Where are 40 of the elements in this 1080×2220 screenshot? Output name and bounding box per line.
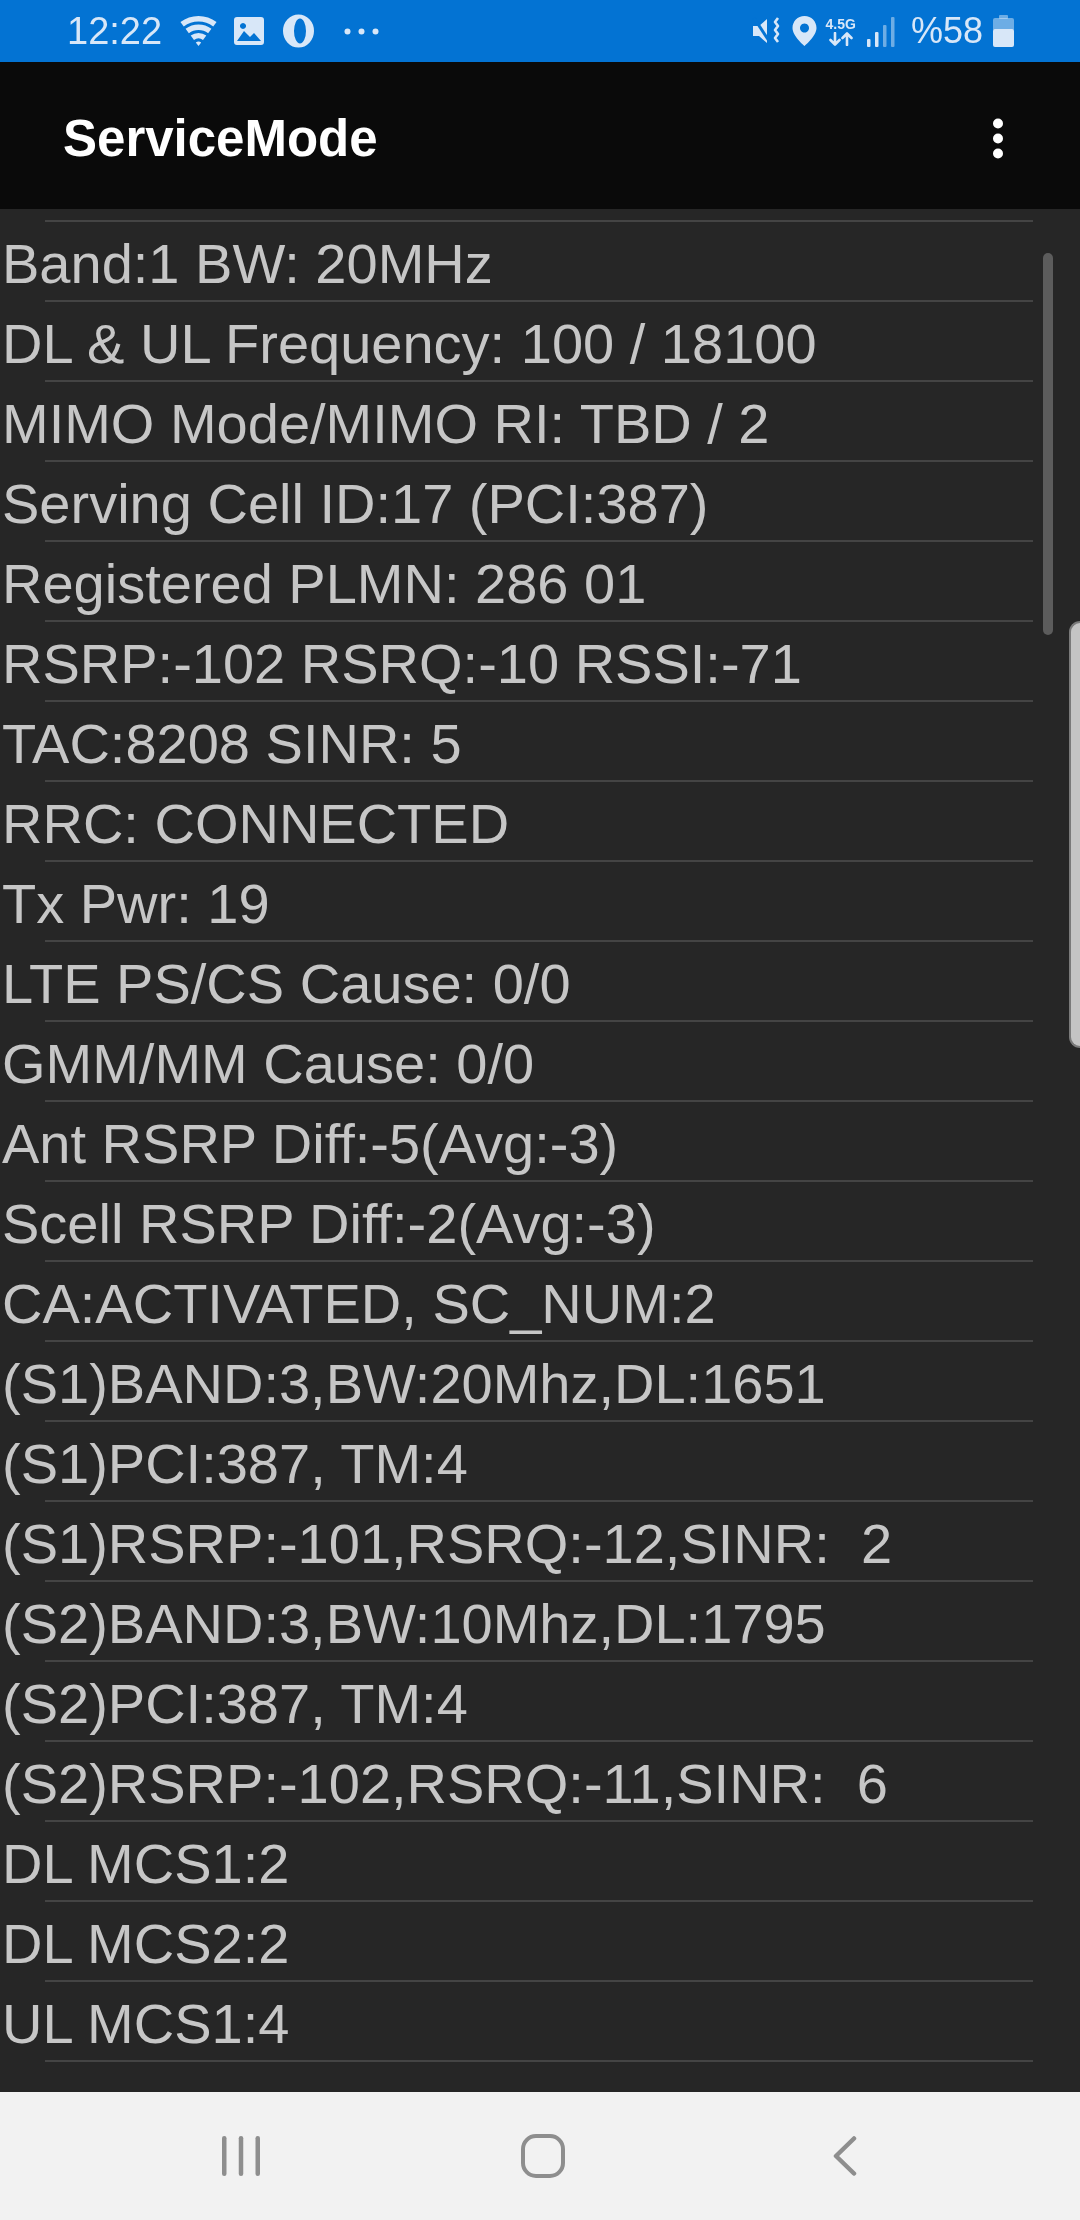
info-line: UL MCS1:4	[1, 1992, 290, 2055]
info-line: GMM/MM Cause: 0/0	[1, 1032, 535, 1095]
info-line: DL & UL Frequency: 100 / 18100	[1, 312, 817, 375]
info-line: (S2)RSRP:-102,RSRQ:-11,SINR: 6	[1, 1752, 888, 1815]
fast-scroll-handle[interactable]	[1069, 621, 1080, 1048]
info-line: DL MCS1:2	[1, 1832, 290, 1895]
info-line: Registered PLMN: 286 01	[1, 552, 647, 615]
ring-logo-icon	[282, 14, 316, 48]
info-line: Tx Pwr: 19	[1, 872, 270, 935]
info-line: RRC: CONNECTED	[1, 792, 510, 855]
info-line: TAC:8208 SINR: 5	[1, 712, 462, 775]
back-icon[interactable]	[833, 2136, 857, 2176]
more-notifications-icon	[344, 27, 380, 35]
info-line: RSRP:-102 RSRQ:-10 RSSI:-71	[1, 632, 802, 695]
info-line: LTE PS/CS Cause: 0/0	[1, 952, 571, 1015]
signal-bars-icon	[866, 15, 896, 47]
app-title: ServiceMode	[63, 108, 378, 169]
battery-icon	[992, 15, 1015, 47]
info-line: DL MCS2:2	[1, 1912, 290, 1975]
battery-percent: %58	[910, 13, 983, 49]
info-line: Band:1 BW: 20MHz	[1, 232, 493, 295]
info-line: (S1)BAND:3,BW:20Mhz,DL:1651	[1, 1352, 826, 1415]
info-line: MIMO Mode/MIMO RI: TBD / 2	[1, 392, 770, 455]
info-line: (S2)BAND:3,BW:10Mhz,DL:1795	[1, 1592, 826, 1655]
info-line: CA:ACTIVATED, SC_NUM:2	[1, 1272, 716, 1335]
info-line: Ant RSRP Diff:-5(Avg:-3)	[1, 1112, 619, 1175]
location-pin-icon	[790, 15, 818, 47]
info-line: (S1)PCI:387, TM:4	[1, 1432, 468, 1495]
info-line: Serving Cell ID:17 (PCI:387)	[1, 472, 709, 535]
info-line: Scell RSRP Diff:-2(Avg:-3)	[1, 1192, 656, 1255]
image-icon	[233, 16, 266, 46]
status-time: 12:22	[67, 12, 163, 50]
info-line: (S1)RSRP:-101,RSRQ:-12,SINR: 2	[1, 1512, 893, 1575]
wifi-icon	[180, 15, 218, 47]
data-arrows-icon	[827, 31, 854, 46]
home-icon[interactable]	[521, 2134, 565, 2178]
info-line: (S2)PCI:387, TM:4	[1, 1672, 468, 1735]
network-type: 4.5G	[825, 16, 856, 32]
recent-apps-icon[interactable]	[222, 2136, 260, 2176]
more-options-icon[interactable]	[992, 118, 1004, 159]
